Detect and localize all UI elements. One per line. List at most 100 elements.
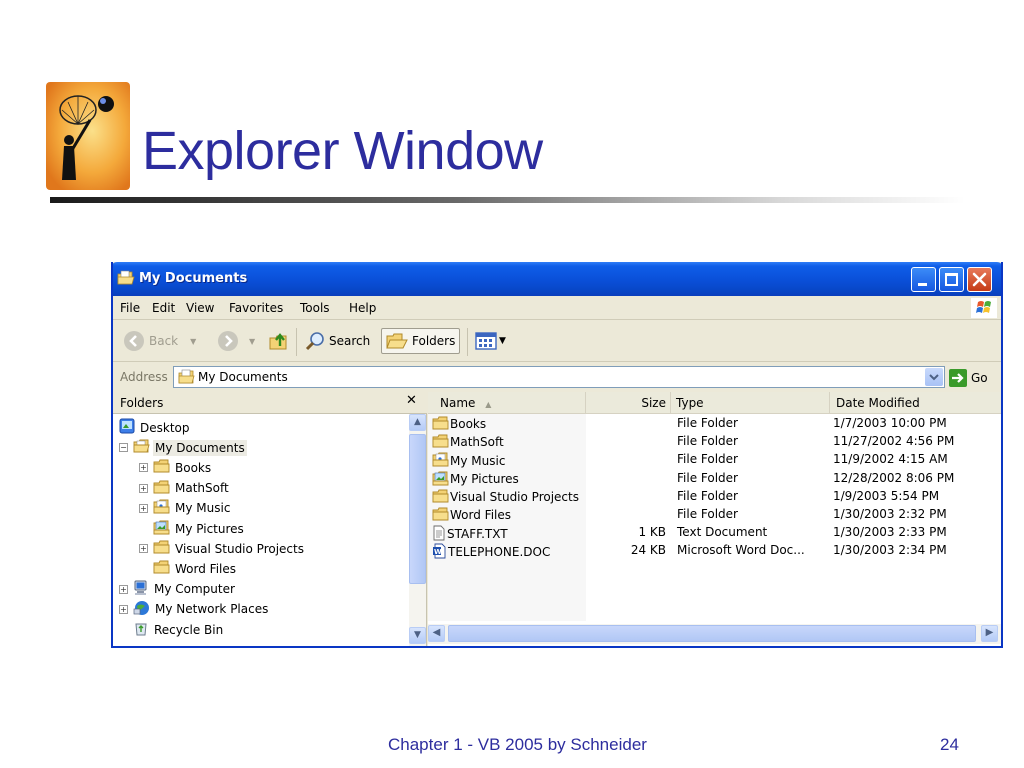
file-date-modified: 1/30/2003 2:32 PM [833,507,947,521]
address-dropdown-button[interactable] [925,368,943,386]
folder-icon [432,416,449,433]
file-row[interactable]: Books File Folder 1/7/2003 10:00 PM [428,415,1001,433]
file-row[interactable]: W TELEPHONE.DOC 24 KB Microsoft Word Doc...… [428,542,1001,560]
menu-view[interactable]: View [186,301,214,315]
tree-item-label: Visual Studio Projects [175,541,304,556]
folders-button[interactable]: Folders [381,328,461,354]
file-name: MathSoft [450,435,504,450]
file-row[interactable]: Visual Studio Projects File Folder 1/9/200… [428,488,1001,506]
computer-icon [133,580,149,599]
tree-item-label: My Documents [153,439,247,456]
expand-icon[interactable]: + [119,584,128,594]
folders-icon [386,333,408,349]
minimize-button[interactable] [911,267,936,292]
scroll-thumb[interactable] [409,434,426,584]
file-type: File Folder [677,507,738,521]
sort-ascending-icon: ▲ [485,400,492,409]
folders-label: Folders [412,334,456,348]
file-date-modified: 12/28/2002 8:06 PM [833,470,955,485]
close-button[interactable] [967,267,992,292]
menu-file[interactable]: File [120,301,140,315]
network-icon [133,600,150,619]
address-label: Address [120,370,168,384]
views-icon [475,332,497,350]
menu-tools[interactable]: Tools [300,301,330,315]
scroll-left-icon[interactable]: ◀ [428,625,445,642]
scroll-right-icon[interactable]: ▶ [981,625,998,642]
scroll-thumb[interactable] [448,625,976,642]
address-input[interactable]: My Documents [173,366,945,388]
expand-icon[interactable]: + [139,483,148,493]
forward-button[interactable]: ▼ [217,328,255,354]
close-icon [972,272,987,287]
tree-item[interactable]: Word Files [139,559,238,578]
column-date-modified[interactable]: Date Modified [830,392,1001,414]
music-folder-icon [153,499,170,517]
tree-item-label: My Network Places [155,602,269,617]
file-row[interactable]: MathSoft File Folder 11/27/2002 4:56 PM [428,433,1001,451]
tree-item[interactable]: My Pictures [139,519,246,538]
chevron-down-icon [929,374,939,381]
file-name: STAFF.TXT [447,527,508,542]
search-button[interactable]: Search [304,328,370,354]
scroll-up-icon[interactable]: ▲ [409,414,426,431]
tree-item[interactable]: + My Network Places [119,600,270,619]
file-date-modified: 1/30/2003 2:33 PM [833,525,947,540]
file-row[interactable]: Word Files File Folder 1/30/2003 2:32 PM [428,506,1001,524]
menu-edit[interactable]: Edit [152,301,175,315]
file-name-cell: W TELEPHONE.DOC [432,543,550,562]
views-button[interactable]: ▼ [475,328,506,354]
folders-vertical-scrollbar[interactable]: ▲ ▼ [409,414,426,646]
file-name-cell: Books [432,416,486,433]
music-folder-icon [432,452,449,470]
file-row[interactable]: STAFF.TXT 1 KB Text Document 1/30/2003 2:33… [428,524,1001,542]
expand-icon[interactable]: + [119,604,128,614]
tree-item[interactable]: + My Music [139,499,232,518]
file-list-pane: Name ▲ Size Type Date Modified Books File… [428,392,1001,646]
close-pane-icon[interactable]: ✕ [406,393,417,408]
tree-item[interactable]: − My Documents [119,438,247,457]
window-titlebar[interactable]: My Documents [113,262,1001,296]
folder-icon [153,560,170,577]
collapse-icon[interactable]: − [119,443,128,453]
expand-icon[interactable]: + [139,463,148,473]
file-type: File Folder [677,470,738,485]
toolbar: Back ▼ ▼ Search Folders ▼ [113,320,1001,362]
menu-help[interactable]: Help [349,301,376,315]
tree-item[interactable]: + My Computer [119,580,237,599]
file-date-modified: 11/9/2002 4:15 AM [833,452,948,467]
go-button[interactable]: Go [949,369,988,387]
window-title: My Documents [139,271,248,286]
go-arrow-icon [949,369,967,387]
address-value: My Documents [198,370,288,384]
desktop-icon [119,418,135,437]
column-name[interactable]: Name ▲ [428,392,586,414]
menu-bar: File Edit View Favorites Tools Help [113,296,1001,320]
expand-icon[interactable]: + [139,503,148,513]
scroll-down-icon[interactable]: ▼ [409,627,426,644]
list-horizontal-scrollbar[interactable]: ◀ ▶ [428,624,1001,644]
up-folder-button[interactable] [268,328,290,354]
tree-item[interactable]: Recycle Bin [119,620,225,639]
menu-favorites[interactable]: Favorites [229,301,283,315]
tree-item[interactable]: Desktop [119,418,192,437]
maximize-icon [945,273,958,286]
column-size[interactable]: Size [586,392,671,414]
file-row[interactable]: My Music File Folder 11/9/2002 4:15 AM [428,451,1001,469]
maximize-button[interactable] [939,267,964,292]
tree-item[interactable]: + MathSoft [139,479,231,498]
expand-icon[interactable]: + [139,544,148,554]
file-name-cell: Visual Studio Projects [432,489,579,506]
forward-arrow-icon [218,331,238,351]
file-name-cell: STAFF.TXT [432,525,508,544]
file-size: 24 KB [630,543,666,558]
file-row[interactable]: My Pictures File Folder 12/28/2002 8:06 PM [428,470,1001,488]
column-type[interactable]: Type [671,392,830,414]
tree-item[interactable]: + Books [139,458,213,477]
tree-item[interactable]: + Visual Studio Projects [139,539,306,558]
back-button[interactable]: Back ▼ [123,328,196,354]
back-arrow-icon [124,331,144,351]
file-date-modified: 1/30/2003 2:34 PM [833,543,947,558]
file-type: Microsoft Word Doc... [677,543,805,558]
pictures-folder-icon [432,471,449,489]
